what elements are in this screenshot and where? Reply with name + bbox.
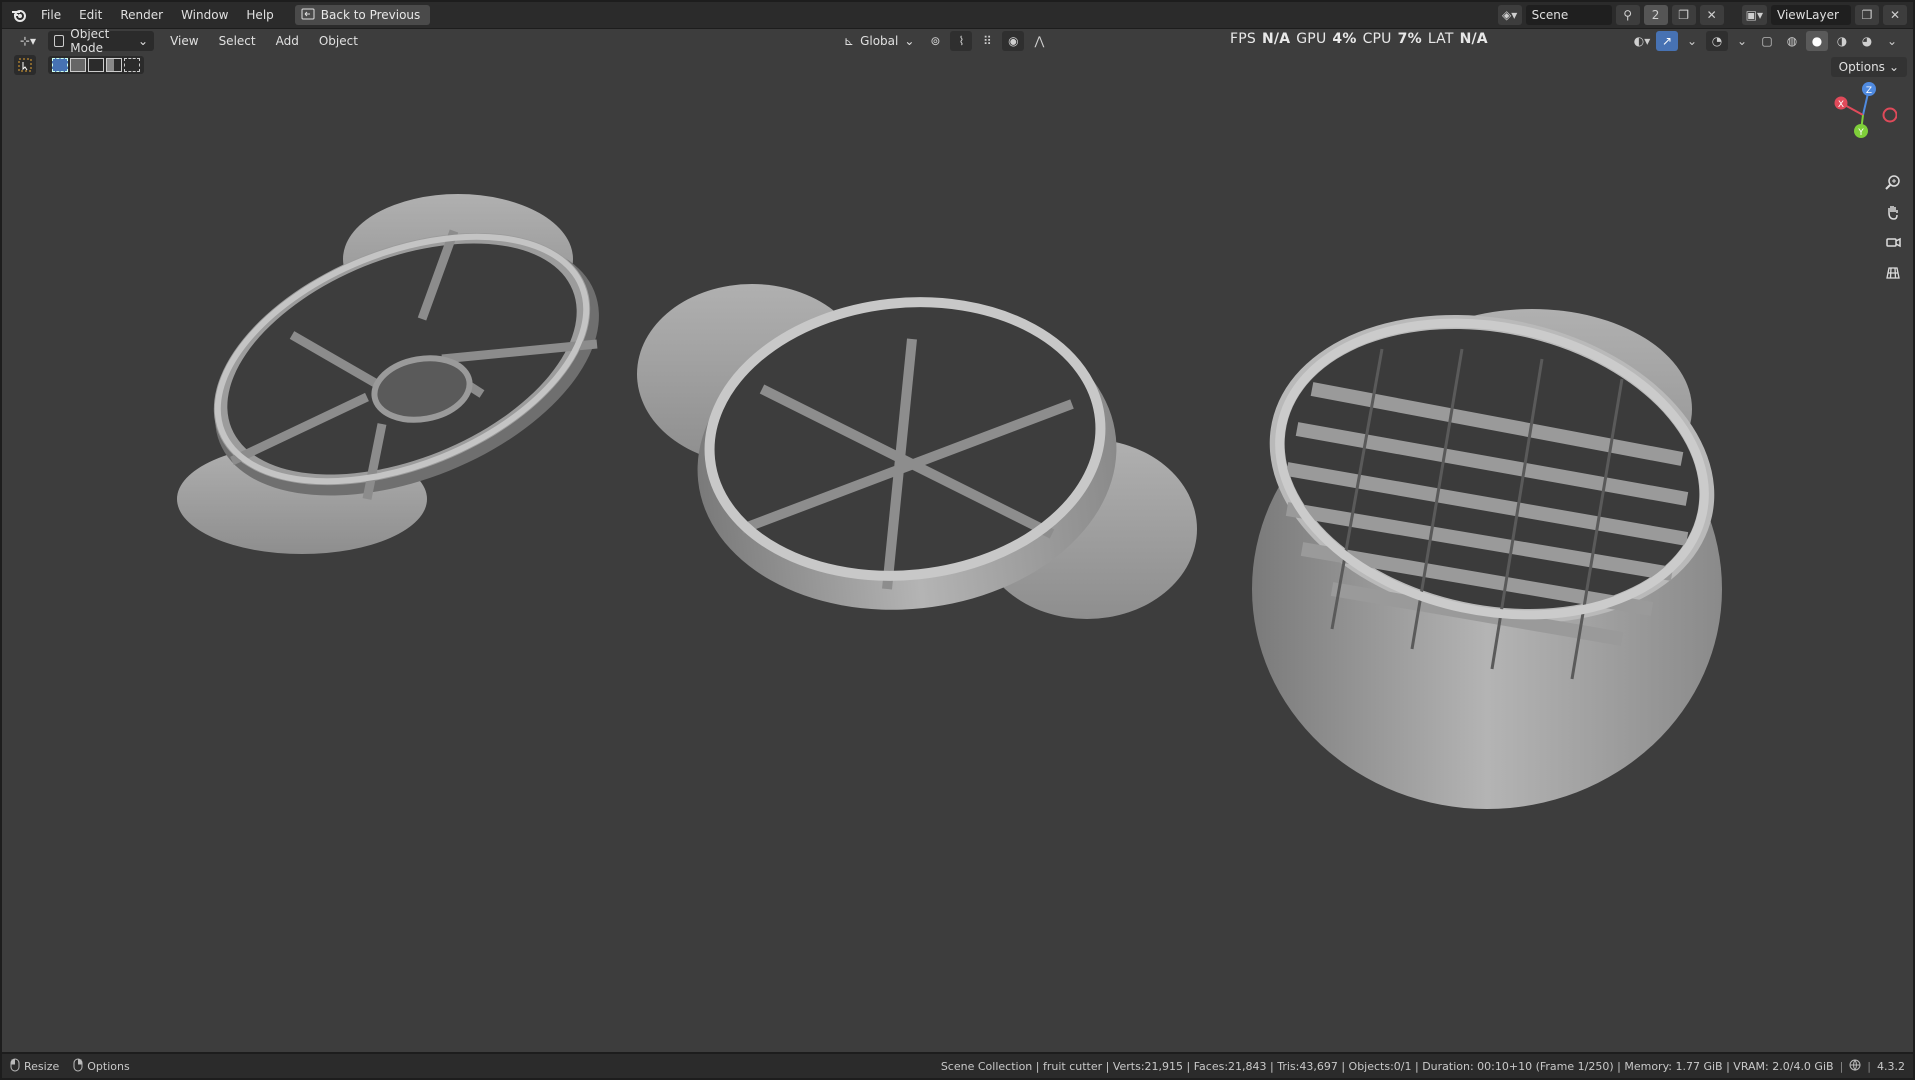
blender-window: File Edit Render Window Help Back to Pre…: [0, 0, 1915, 1080]
menu-render[interactable]: Render: [111, 2, 172, 28]
select-tool-icon[interactable]: [14, 55, 36, 75]
options-dropdown[interactable]: Options ⌄: [1830, 57, 1907, 77]
cpu-value: 7%: [1397, 31, 1422, 47]
viewport-scene: [177, 183, 1744, 809]
menu-window[interactable]: Window: [172, 2, 237, 28]
xray-icon[interactable]: ▢: [1756, 31, 1778, 51]
navigation-tools: [1881, 170, 1905, 284]
svg-text:X: X: [1838, 100, 1844, 110]
scene-stats-text: Scene Collection | fruit cutter | Verts:…: [940, 1059, 1834, 1073]
mouse-left-icon: [10, 1058, 20, 1075]
back-label: Back to Previous: [320, 8, 421, 22]
falloff-icon[interactable]: ⋀: [1028, 31, 1050, 51]
lat-value: N/A: [1459, 31, 1488, 47]
pivot-icon[interactable]: ⊚: [924, 31, 946, 51]
select-subtract-icon[interactable]: [88, 58, 104, 72]
top-menu-bar: File Edit Render Window Help Back to Pre…: [2, 2, 1913, 28]
camera-icon[interactable]: [1881, 230, 1905, 254]
zoom-icon[interactable]: [1881, 170, 1905, 194]
menu-edit[interactable]: Edit: [70, 2, 111, 28]
resize-hint: Resize: [10, 1058, 59, 1075]
menu-help[interactable]: Help: [237, 2, 282, 28]
transform-controls: ⊾ Global ⌄ ⊚ ⌇ ⠿ ◉ ⋀: [838, 31, 1050, 51]
select-invert-icon[interactable]: [106, 58, 122, 72]
overlay-icon[interactable]: ◔: [1706, 31, 1728, 51]
version-label: 4.3.2: [1877, 1059, 1905, 1073]
mode-dropdown[interactable]: Object Mode ⌄: [48, 29, 155, 55]
menu-object[interactable]: Object: [309, 34, 368, 48]
viewlayer-selector-icon[interactable]: ▣▾: [1741, 5, 1767, 25]
orientation-dropdown[interactable]: ⊾ Global ⌄: [838, 31, 920, 51]
snap-target-icon[interactable]: ⠿: [976, 31, 998, 51]
grid-icon[interactable]: [1881, 260, 1905, 284]
gizmo-icon[interactable]: ↗: [1656, 31, 1678, 51]
select-new-icon[interactable]: [52, 58, 68, 72]
scene-selector-icon[interactable]: ◈▾: [1497, 5, 1522, 25]
solid-shading-icon[interactable]: ●: [1806, 31, 1828, 51]
status-bar: Resize Options Scene Collection | fruit …: [2, 1054, 1913, 1078]
chevron-down-icon: ⌄: [904, 34, 915, 48]
fps-value: N/A: [1261, 31, 1291, 47]
navigation-gizmo[interactable]: Z X Y: [1827, 79, 1897, 149]
mouse-right-icon: [73, 1058, 83, 1075]
select-extend-icon[interactable]: [70, 58, 86, 72]
scene-users-count[interactable]: 2: [1643, 5, 1668, 25]
shading-controls: ◐▾ ↗ ⌄ ◔ ⌄ ▢ ◍ ● ◑ ◕ ⌄: [1631, 31, 1903, 51]
menu-view[interactable]: View: [160, 34, 208, 48]
network-icon: [1849, 1059, 1861, 1074]
grid-fry-cutter[interactable]: [1241, 275, 1744, 809]
chevron-down-icon: ⌄: [138, 34, 149, 48]
rendered-shading-icon[interactable]: ◕: [1856, 31, 1878, 51]
chevron-down-icon: ⌄: [1888, 60, 1899, 74]
orientation-icon: ⊾: [844, 34, 855, 48]
menu-select[interactable]: Select: [209, 34, 266, 48]
gizmo-neg-x-axis[interactable]: [1882, 107, 1897, 123]
svg-text:Y: Y: [1857, 128, 1864, 138]
3d-viewport[interactable]: ⊹▾ Object Mode ⌄ View Select Add Object …: [2, 29, 1913, 1052]
gpu-value: 4%: [1332, 31, 1357, 47]
mode-label: Object Mode: [70, 29, 110, 55]
remove-viewlayer-icon[interactable]: ✕: [1883, 5, 1907, 25]
viewlayer-name-field[interactable]: ViewLayer: [1771, 5, 1851, 25]
status-hints: Resize Options: [2, 1058, 130, 1075]
wireframe-shading-icon[interactable]: ◍: [1781, 31, 1803, 51]
performance-overlay: FPS N/A GPU 4% CPU 7% LAT N/A: [1230, 31, 1488, 47]
visibility-icon[interactable]: ◐▾: [1631, 31, 1653, 51]
menu-file[interactable]: File: [32, 2, 70, 28]
new-viewlayer-icon[interactable]: ❐: [1855, 5, 1879, 25]
remove-scene-icon[interactable]: ✕: [1699, 5, 1724, 25]
pan-icon[interactable]: [1881, 200, 1905, 224]
scene-statistics: Scene Collection | fruit cutter | Verts:…: [940, 1059, 1905, 1074]
fruit-wedge-cutter[interactable]: [637, 281, 1197, 630]
selection-mode-group: [48, 56, 144, 74]
scene-name-field[interactable]: Scene: [1525, 5, 1612, 25]
editor-type-icon[interactable]: ⊹▾: [14, 31, 42, 51]
back-to-previous-button[interactable]: Back to Previous: [294, 5, 431, 25]
options-hint: Options: [73, 1058, 130, 1075]
scene-controls: ◈▾ Scene ⚲ 2 ❐ ✕ ▣▾ ViewLayer ❐ ✕: [1497, 5, 1907, 25]
shading-dropdown-icon[interactable]: ⌄: [1881, 31, 1903, 51]
snap-icon[interactable]: ⌇: [950, 31, 973, 51]
back-icon: [301, 8, 315, 23]
pin-scene-icon[interactable]: ⚲: [1615, 5, 1640, 25]
select-intersect-icon[interactable]: [124, 58, 140, 72]
svg-text:Z: Z: [1866, 86, 1872, 96]
new-scene-icon[interactable]: ❐: [1671, 5, 1696, 25]
overlay-dropdown-icon[interactable]: ⌄: [1731, 31, 1753, 51]
gizmo-dropdown-icon[interactable]: ⌄: [1681, 31, 1703, 51]
material-shading-icon[interactable]: ◑: [1831, 31, 1853, 51]
tool-row: [14, 55, 144, 75]
proportional-icon[interactable]: ◉: [1002, 31, 1025, 51]
menu-add[interactable]: Add: [266, 34, 309, 48]
apple-wedge-cutter[interactable]: [177, 183, 636, 554]
object-mode-icon: [54, 35, 65, 47]
blender-logo-icon[interactable]: [6, 2, 32, 28]
